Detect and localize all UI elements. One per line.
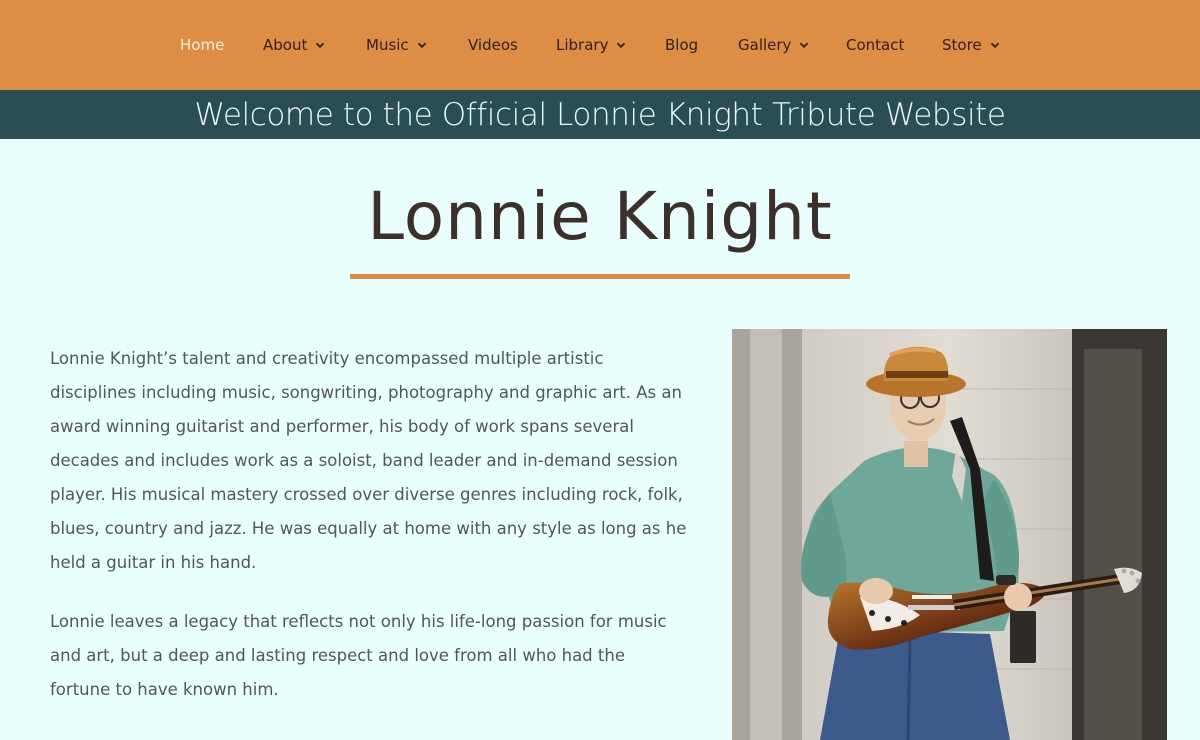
nav-item-label: About xyxy=(263,36,308,54)
chevron-down-icon xyxy=(990,40,1000,50)
welcome-banner: Welcome to the Official Lonnie Knight Tr… xyxy=(0,90,1200,139)
nav-item-videos[interactable]: Videos xyxy=(468,34,518,56)
chevron-down-icon xyxy=(315,40,325,50)
nav-item-about[interactable]: About xyxy=(263,34,325,56)
chevron-down-icon xyxy=(799,40,809,50)
chevron-down-icon xyxy=(417,40,427,50)
nav-item-label: Library xyxy=(556,36,609,54)
nav-item-label: Gallery xyxy=(738,36,792,54)
artist-photo xyxy=(732,329,1167,740)
nav-item-label: Store xyxy=(942,36,982,54)
nav-item-library[interactable]: Library xyxy=(556,34,626,56)
nav-item-music[interactable]: Music xyxy=(366,34,427,56)
nav-item-label: Videos xyxy=(468,36,518,54)
nav-item-label: Contact xyxy=(846,36,905,54)
nav-item-blog[interactable]: Blog xyxy=(665,34,698,56)
nav-item-gallery[interactable]: Gallery xyxy=(738,34,809,56)
welcome-banner-text: Welcome to the Official Lonnie Knight Tr… xyxy=(194,96,1006,133)
nav-item-label: Blog xyxy=(665,36,699,54)
nav-item-home[interactable]: Home xyxy=(180,34,224,56)
page-title: Lonnie Knight xyxy=(367,178,833,255)
title-underline xyxy=(350,274,850,279)
bio-paragraph: Lonnie Knight’s talent and creativity en… xyxy=(50,349,687,572)
nav-item-contact[interactable]: Contact xyxy=(846,34,904,56)
biography-text: Lonnie Knight’s talent and creativity en… xyxy=(50,342,690,732)
top-navigation: Home About Music Videos Library Blog Gal… xyxy=(0,0,1200,90)
nav-item-label: Home xyxy=(180,36,225,54)
nav-item-label: Music xyxy=(366,36,409,54)
chevron-down-icon xyxy=(616,40,626,50)
nav-item-store[interactable]: Store xyxy=(942,34,1000,56)
bio-paragraph: Lonnie leaves a legacy that reflects not… xyxy=(50,612,667,699)
